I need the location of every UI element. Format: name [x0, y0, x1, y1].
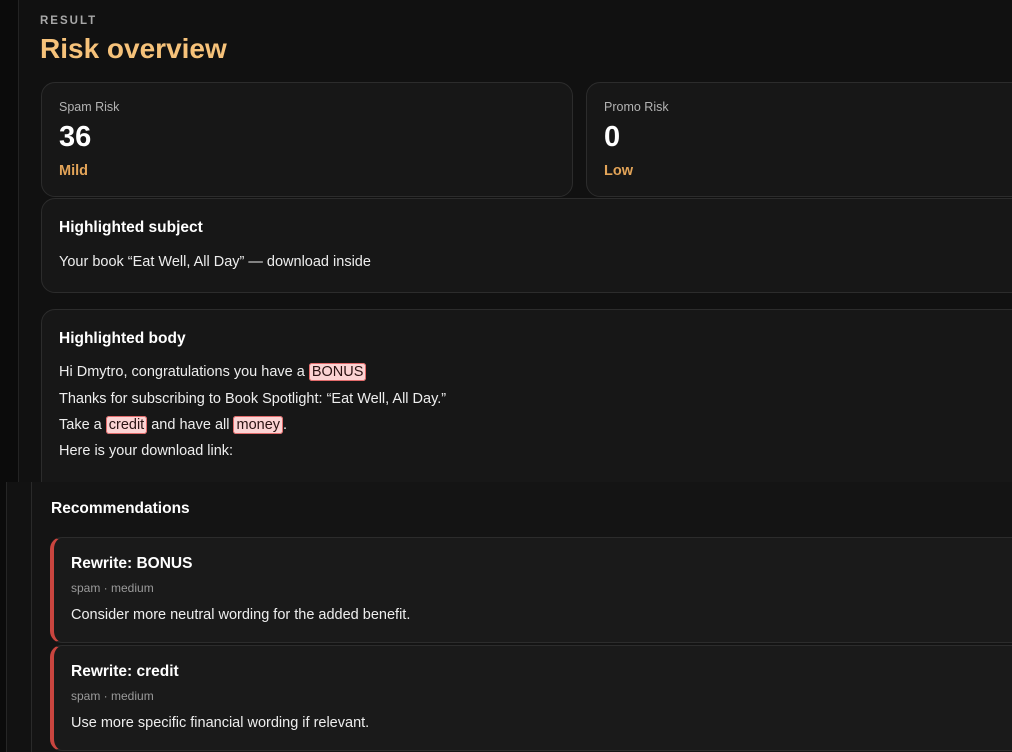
- highlight-credit: credit: [105, 416, 148, 434]
- spam-risk-level: Mild: [59, 163, 88, 179]
- spam-risk-card: Spam Risk 36 Mild: [41, 82, 573, 197]
- recommendation-text: Use more specific financial wording if r…: [71, 715, 370, 731]
- body-line-4: Here is your download link:: [59, 443, 234, 459]
- recommendation-text: Consider more neutral wording for the ad…: [71, 607, 411, 623]
- highlighted-subject-heading: Highlighted subject: [59, 219, 203, 236]
- highlighted-subject-card: Highlighted subject Your book “Eat Well,…: [41, 198, 1012, 293]
- highlighted-body-heading: Highlighted body: [59, 330, 186, 347]
- body-line-3-prefix: Take a: [59, 417, 106, 433]
- recommendation-card: Rewrite: credit spam · medium Use more s…: [50, 645, 1012, 751]
- recommendation-title: Rewrite: credit: [71, 663, 179, 680]
- recommendation-card: Rewrite: BONUS spam · medium Consider mo…: [50, 537, 1012, 643]
- recommendation-meta: spam · medium: [71, 689, 154, 703]
- highlighted-subject-text: Your book “Eat Well, All Day” — download…: [59, 254, 371, 270]
- promo-risk-label: Promo Risk: [604, 100, 669, 114]
- spam-risk-value: 36: [59, 121, 92, 153]
- spam-risk-label: Spam Risk: [59, 100, 120, 114]
- recommendations-heading: Recommendations: [51, 500, 190, 517]
- page-title: Risk overview: [40, 33, 227, 64]
- highlight-money: money: [233, 416, 284, 434]
- body-line-1: Hi Dmytro, congratulations you have a BO…: [59, 363, 367, 381]
- promo-risk-value: 0: [604, 121, 621, 153]
- body-line-3-suffix: .: [283, 417, 288, 433]
- body-line-3-middle: and have all: [147, 417, 234, 433]
- body-line-3: Take a credit and have all money.: [59, 416, 288, 434]
- highlight-bonus: BONUS: [308, 363, 367, 381]
- body-line-1-text: Hi Dmytro, congratulations you have a: [59, 364, 309, 380]
- body-line-2: Thanks for subscribing to Book Spotlight…: [59, 391, 447, 407]
- promo-risk-level: Low: [604, 163, 633, 179]
- recommendation-title: Rewrite: BONUS: [71, 555, 193, 572]
- highlighted-body-card: Highlighted body Hi Dmytro, congratulati…: [41, 309, 1012, 509]
- result-eyebrow: RESULT: [40, 15, 98, 27]
- promo-risk-card: Promo Risk 0 Low: [586, 82, 1012, 197]
- recommendation-meta: spam · medium: [71, 581, 154, 595]
